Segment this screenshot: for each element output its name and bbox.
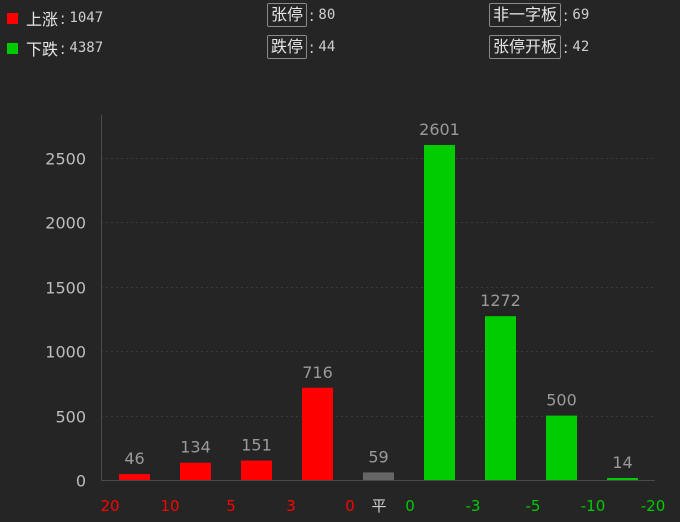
bar: [424, 144, 455, 480]
x-tick-label: 20: [100, 497, 119, 515]
y-tick-label: 0: [76, 472, 86, 491]
bar: [363, 472, 394, 480]
bar: [302, 387, 333, 480]
grid-lines: [101, 158, 655, 417]
bar-value-label: 716: [302, 363, 333, 382]
bar-value-label: 14: [612, 453, 632, 472]
bar: [241, 460, 272, 480]
bars-group: [119, 144, 638, 480]
bar: [607, 478, 638, 480]
bar: [180, 462, 211, 480]
x-tick-label: 10: [160, 497, 179, 515]
bar-value-label: 151: [241, 436, 272, 455]
bar-value-label: 500: [546, 391, 577, 410]
x-tick-label: -5: [526, 497, 541, 515]
bar-value-label: 134: [180, 438, 211, 457]
x-tick-label: -20: [641, 497, 666, 515]
x-tick-label: 0: [345, 497, 355, 515]
bar-value-label: 1272: [480, 291, 521, 310]
x-tick-label: 平: [371, 497, 386, 515]
y-tick-label: 2500: [45, 150, 86, 169]
x-tick-label: 3: [286, 497, 296, 515]
distribution-bar-chart: 46134 151716592601127250014 0500100015002…: [45, 115, 665, 515]
bar-value-label: 2601: [419, 120, 460, 139]
x-tick-labels: 20 10 5 3 0 平 0 -3 -5 -10 -20: [100, 497, 665, 515]
bar: [546, 415, 577, 480]
y-tick-labels: 0 500 1000 1500 2000 2500: [45, 150, 86, 491]
x-tick-label: 0: [405, 497, 415, 515]
y-tick-label: 500: [55, 408, 86, 427]
bar: [485, 316, 516, 480]
x-tick-label: -10: [581, 497, 606, 515]
y-tick-label: 1500: [45, 279, 86, 298]
bar-value-label: 59: [368, 447, 388, 466]
x-tick-label: -3: [466, 497, 481, 515]
y-tick-label: 2000: [45, 214, 86, 233]
y-tick-label: 1000: [45, 343, 86, 362]
x-tick-label: 5: [226, 497, 236, 515]
bar: [119, 474, 150, 480]
bar-value-label: 46: [124, 449, 144, 468]
